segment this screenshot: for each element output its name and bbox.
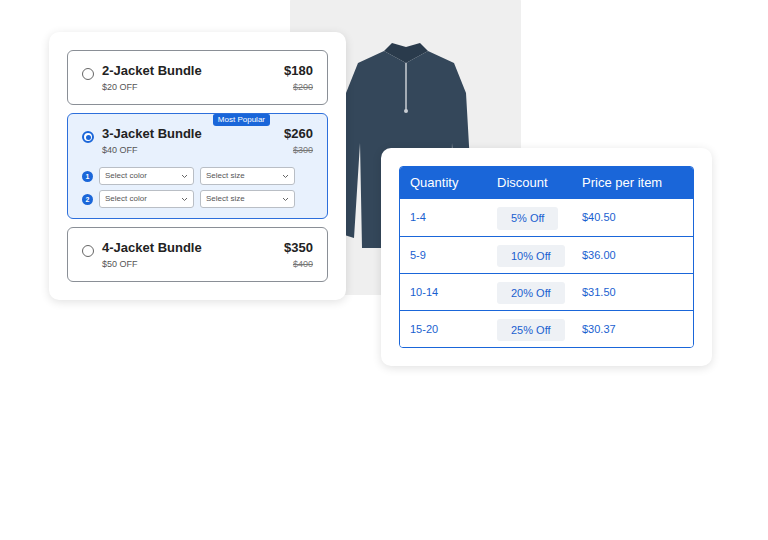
page: 2-Jacket Bundle$20 OFF $180$200 3-Jacket B… <box>0 0 768 540</box>
radio-button[interactable] <box>82 131 94 143</box>
bundle-header: 2-Jacket Bundle$20 OFF $180$200 <box>82 62 313 94</box>
select-placeholder: Select size <box>206 170 245 182</box>
chevron-down-icon <box>282 197 289 202</box>
discount-pill: 5% Off <box>497 207 558 230</box>
quantity-cell: 1-4 <box>410 209 497 226</box>
select-placeholder: Select color <box>105 170 147 182</box>
table-row: 5-910% Off $36.00 <box>400 236 693 273</box>
price-cell: $40.50 <box>582 209 683 226</box>
table-row: 15-2025% Off $30.37 <box>400 310 693 347</box>
quantity-cell: 5-9 <box>410 247 497 264</box>
bundle-original-price: $200 <box>284 81 313 94</box>
color-select[interactable]: Select color <box>99 167 194 185</box>
color-select[interactable]: Select color <box>99 190 194 208</box>
variant-row: 2 Select color Select size <box>82 190 313 208</box>
column-header: Discount <box>497 173 582 193</box>
quantity-cell: 15-20 <box>410 321 497 338</box>
radio-dot <box>86 135 91 140</box>
bundle-title: 4-Jacket Bundle <box>102 239 276 257</box>
bundle-original-price: $300 <box>284 144 313 157</box>
bundle-header: 3-Jacket Bundle$40 OFF $260$300 <box>82 125 313 157</box>
column-header: Price per item <box>582 173 683 193</box>
table-header: QuantityDiscountPrice per item <box>400 167 693 199</box>
discount-cell: 20% Off <box>497 280 582 305</box>
bundle-option[interactable]: 3-Jacket Bundle$40 OFF $260$300 Most Popul… <box>67 113 328 219</box>
pricing-card: QuantityDiscountPrice per item 1-45% Off $… <box>381 148 712 366</box>
bundle-option[interactable]: 2-Jacket Bundle$20 OFF $180$200 <box>67 50 328 105</box>
radio-button[interactable] <box>82 245 94 257</box>
bundle-title: 2-Jacket Bundle <box>102 62 276 80</box>
bundle-price-block: $260$300 <box>284 125 313 157</box>
bundle-discount: $40 OFF <box>102 144 276 157</box>
variant-number: 2 <box>82 194 93 205</box>
bundle-title-block: 4-Jacket Bundle$50 OFF <box>102 239 276 271</box>
discount-cell: 5% Off <box>497 205 582 230</box>
discount-cell: 10% Off <box>497 243 582 268</box>
bundle-card: 2-Jacket Bundle$20 OFF $180$200 3-Jacket B… <box>49 32 346 300</box>
chevron-down-icon <box>181 174 188 179</box>
discount-pill: 25% Off <box>497 319 565 342</box>
chevron-down-icon <box>181 197 188 202</box>
bundle-discount: $50 OFF <box>102 258 276 271</box>
table-row: 1-45% Off $40.50 <box>400 199 693 236</box>
discount-cell: 25% Off <box>497 317 582 342</box>
variant-row: 1 Select color Select size <box>82 167 313 185</box>
badge: Most Popular <box>213 114 270 126</box>
select-placeholder: Select size <box>206 193 245 205</box>
price-cell: $36.00 <box>582 247 683 264</box>
bundle-header: 4-Jacket Bundle$50 OFF $350$400 <box>82 239 313 271</box>
discount-pill: 20% Off <box>497 282 565 305</box>
size-select[interactable]: Select size <box>200 190 295 208</box>
bundle-title-block: 3-Jacket Bundle$40 OFF <box>102 125 276 157</box>
price-cell: $30.37 <box>582 321 683 338</box>
select-placeholder: Select color <box>105 193 147 205</box>
chevron-down-icon <box>282 174 289 179</box>
bundle-price: $350 <box>284 239 313 257</box>
bundle-price: $260 <box>284 125 313 143</box>
discount-pill: 10% Off <box>497 245 565 268</box>
price-cell: $31.50 <box>582 284 683 301</box>
bundle-price-block: $180$200 <box>284 62 313 94</box>
column-header: Quantity <box>410 173 497 193</box>
bundle-original-price: $400 <box>284 258 313 271</box>
quantity-cell: 10-14 <box>410 284 497 301</box>
bundle-title: 3-Jacket Bundle <box>102 125 276 143</box>
bundle-price-block: $350$400 <box>284 239 313 271</box>
radio-button[interactable] <box>82 68 94 80</box>
variant-list: 1 Select color Select size 2 Select color Sel… <box>82 167 313 208</box>
table-row: 10-1420% Off $31.50 <box>400 273 693 310</box>
bundle-option[interactable]: 4-Jacket Bundle$50 OFF $350$400 <box>67 227 328 282</box>
size-select[interactable]: Select size <box>200 167 295 185</box>
bundle-title-block: 2-Jacket Bundle$20 OFF <box>102 62 276 94</box>
variant-number: 1 <box>82 171 93 182</box>
bundle-price: $180 <box>284 62 313 80</box>
pricing-table: QuantityDiscountPrice per item 1-45% Off $… <box>399 166 694 348</box>
bundle-discount: $20 OFF <box>102 81 276 94</box>
